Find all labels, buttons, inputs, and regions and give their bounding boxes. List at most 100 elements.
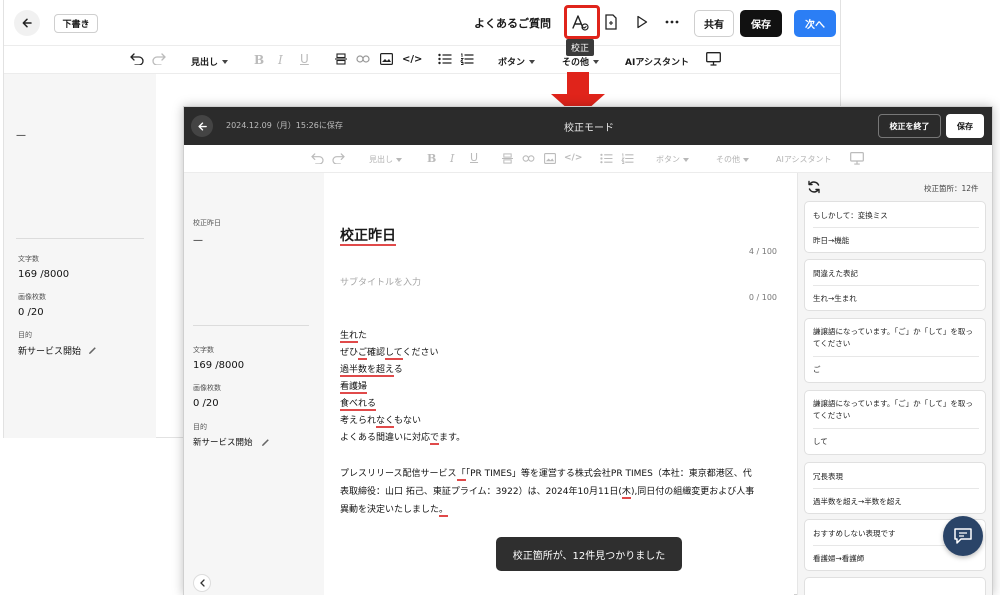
card-suggestion: して (813, 437, 828, 446)
card-title: もしかして：変換ミス (813, 211, 888, 220)
purpose-label: 目的 (18, 331, 32, 339)
chat-support-button[interactable] (943, 516, 983, 556)
edit-icon[interactable] (88, 346, 97, 355)
image-count-label: 画像枚数 (18, 293, 46, 301)
document-button[interactable] (604, 14, 618, 30)
proofread-card[interactable]: 間違えた表記 生れ→生まれ (804, 259, 986, 311)
editor-sidebar: 校正昨日 — 文字数 169 /8000 画像枚数 0 /20 目的 新サービス… (184, 173, 324, 595)
italic-icon: I (450, 152, 455, 165)
formatting-toolbar: 見出し B I U </> ボタン その他 AIアシスタント (4, 46, 840, 74)
preview-icon[interactable] (706, 52, 721, 66)
document-title[interactable]: 校正昨日 (340, 225, 396, 246)
title-error-text: 校正昨日 (340, 228, 396, 246)
card-suggestion: 昨日→機能 (813, 236, 850, 245)
saved-timestamp: 2024.12.09（月）15:26に保存 (226, 121, 343, 130)
proofread-card[interactable]: もしかして：変換ミス 昨日→機能 (804, 201, 986, 253)
link-icon (522, 154, 535, 163)
card-title: 謙譲語になっています。「ご」か「して」を取ってください (813, 327, 973, 348)
more-icon (665, 20, 679, 24)
card-divider (813, 356, 979, 357)
bold-icon: B (427, 152, 437, 165)
card-title: 間違えた表記 (813, 269, 858, 278)
code-icon[interactable]: </> (402, 54, 422, 65)
char-count-value: 169 /8000 (18, 269, 70, 280)
image-count-label: 画像枚数 (193, 384, 221, 392)
mode-title: 校正モード (564, 123, 614, 134)
heading-dropdown: 見出し (369, 154, 402, 165)
preview-play-button[interactable] (636, 15, 648, 29)
refresh-icon[interactable] (807, 180, 821, 194)
heading-dropdown[interactable]: 見出し (191, 55, 229, 68)
end-proofread-button[interactable]: 校正を終了 (878, 114, 941, 138)
bold-icon[interactable]: B (254, 53, 264, 67)
image-icon[interactable] (380, 53, 393, 65)
undo-icon (311, 153, 324, 164)
share-button[interactable]: 共有 (694, 10, 734, 37)
underline-icon[interactable]: U (300, 52, 309, 66)
code-icon: </> (564, 153, 583, 163)
chevron-down-icon (222, 59, 229, 64)
card-divider (813, 488, 979, 489)
subtitle-input[interactable]: サブタイトルを入力 (340, 275, 421, 288)
card-suggestion: 生れ→生まれ (813, 294, 857, 303)
body-line: 食べれる (340, 399, 377, 411)
draft-badge: 下書き (54, 14, 98, 33)
play-icon (636, 15, 648, 29)
proofread-card[interactable]: 謙譲語になっています。「ご」か「して」を取ってください して (804, 390, 986, 455)
other-dropdown[interactable]: その他 (562, 55, 600, 68)
other-dropdown: その他 (716, 154, 749, 165)
back-button[interactable] (191, 115, 213, 137)
numbered-list-icon[interactable] (460, 53, 474, 65)
save-button[interactable]: 保存 (740, 10, 782, 37)
char-count-label: 文字数 (18, 255, 39, 263)
image-count-value: 0 /20 (193, 398, 219, 409)
italic-icon[interactable]: I (278, 53, 283, 67)
proofread-card[interactable]: 冗長表現 過半数を超え→半数を超え (804, 462, 986, 514)
proofread-count: 校正箇所：12件 (924, 184, 979, 193)
card-title: 謙譲語になっています。「ご」か「して」を取ってください (813, 399, 973, 420)
button-label: ボタン (656, 155, 680, 164)
purpose-value: 新サービス開始 (193, 438, 253, 448)
body-line: ぜひご確認してください (340, 348, 439, 360)
title-char-counter: 4 / 100 (748, 247, 777, 256)
edit-icon[interactable] (261, 438, 270, 447)
purpose-label: 目的 (193, 423, 207, 431)
proofread-result-toast: 校正箇所が、12件見つかりました (496, 537, 682, 571)
button-dropdown[interactable]: ボタン (498, 55, 536, 68)
proofread-card[interactable]: 謙譲語になっています。「ご」か「して」を取ってください ご (804, 318, 986, 383)
chat-icon (953, 527, 973, 545)
image-icon (544, 153, 556, 164)
chevron-down-icon (743, 157, 749, 162)
document-title: よくあるご質問 (474, 17, 551, 30)
char-count-label: 文字数 (193, 346, 214, 354)
body-line: 過半数を超える (340, 365, 403, 377)
char-count-value: 169 /8000 (193, 360, 245, 371)
body-line: 生れた (340, 331, 368, 343)
proofread-card[interactable] (804, 577, 986, 595)
card-divider (813, 227, 979, 228)
underline-icon: U (470, 151, 479, 164)
card-divider (813, 428, 979, 429)
undo-icon[interactable] (130, 53, 144, 65)
next-button[interactable]: 次へ (794, 10, 836, 37)
body-line: 考えられなくもない (340, 416, 422, 428)
back-button[interactable] (14, 10, 40, 36)
link-icon[interactable] (356, 54, 370, 64)
chevron-down-icon (683, 157, 689, 162)
subtitle-char-counter: 0 / 100 (748, 293, 777, 302)
redo-icon[interactable] (152, 53, 166, 65)
purpose-value: 新サービス開始 (18, 347, 82, 357)
save-button[interactable]: 保存 (946, 114, 984, 138)
body-text[interactable]: 生れた ぜひご確認してください 過半数を超える 看護婦 食べれる 考えられなくも… (340, 328, 780, 519)
redo-icon (332, 153, 345, 164)
heading-label: 見出し (369, 155, 393, 164)
proofread-highlight-box (564, 5, 600, 39)
more-button[interactable] (665, 20, 679, 24)
collapse-sidebar-button[interactable] (193, 574, 211, 592)
chevron-left-icon (199, 579, 206, 587)
ai-assistant-button[interactable]: AIアシスタント (625, 55, 689, 68)
bullet-list-icon[interactable] (438, 53, 452, 65)
sidebar-divider (16, 238, 144, 239)
divider-icon[interactable] (335, 53, 347, 65)
back-arrow-icon (197, 121, 208, 132)
